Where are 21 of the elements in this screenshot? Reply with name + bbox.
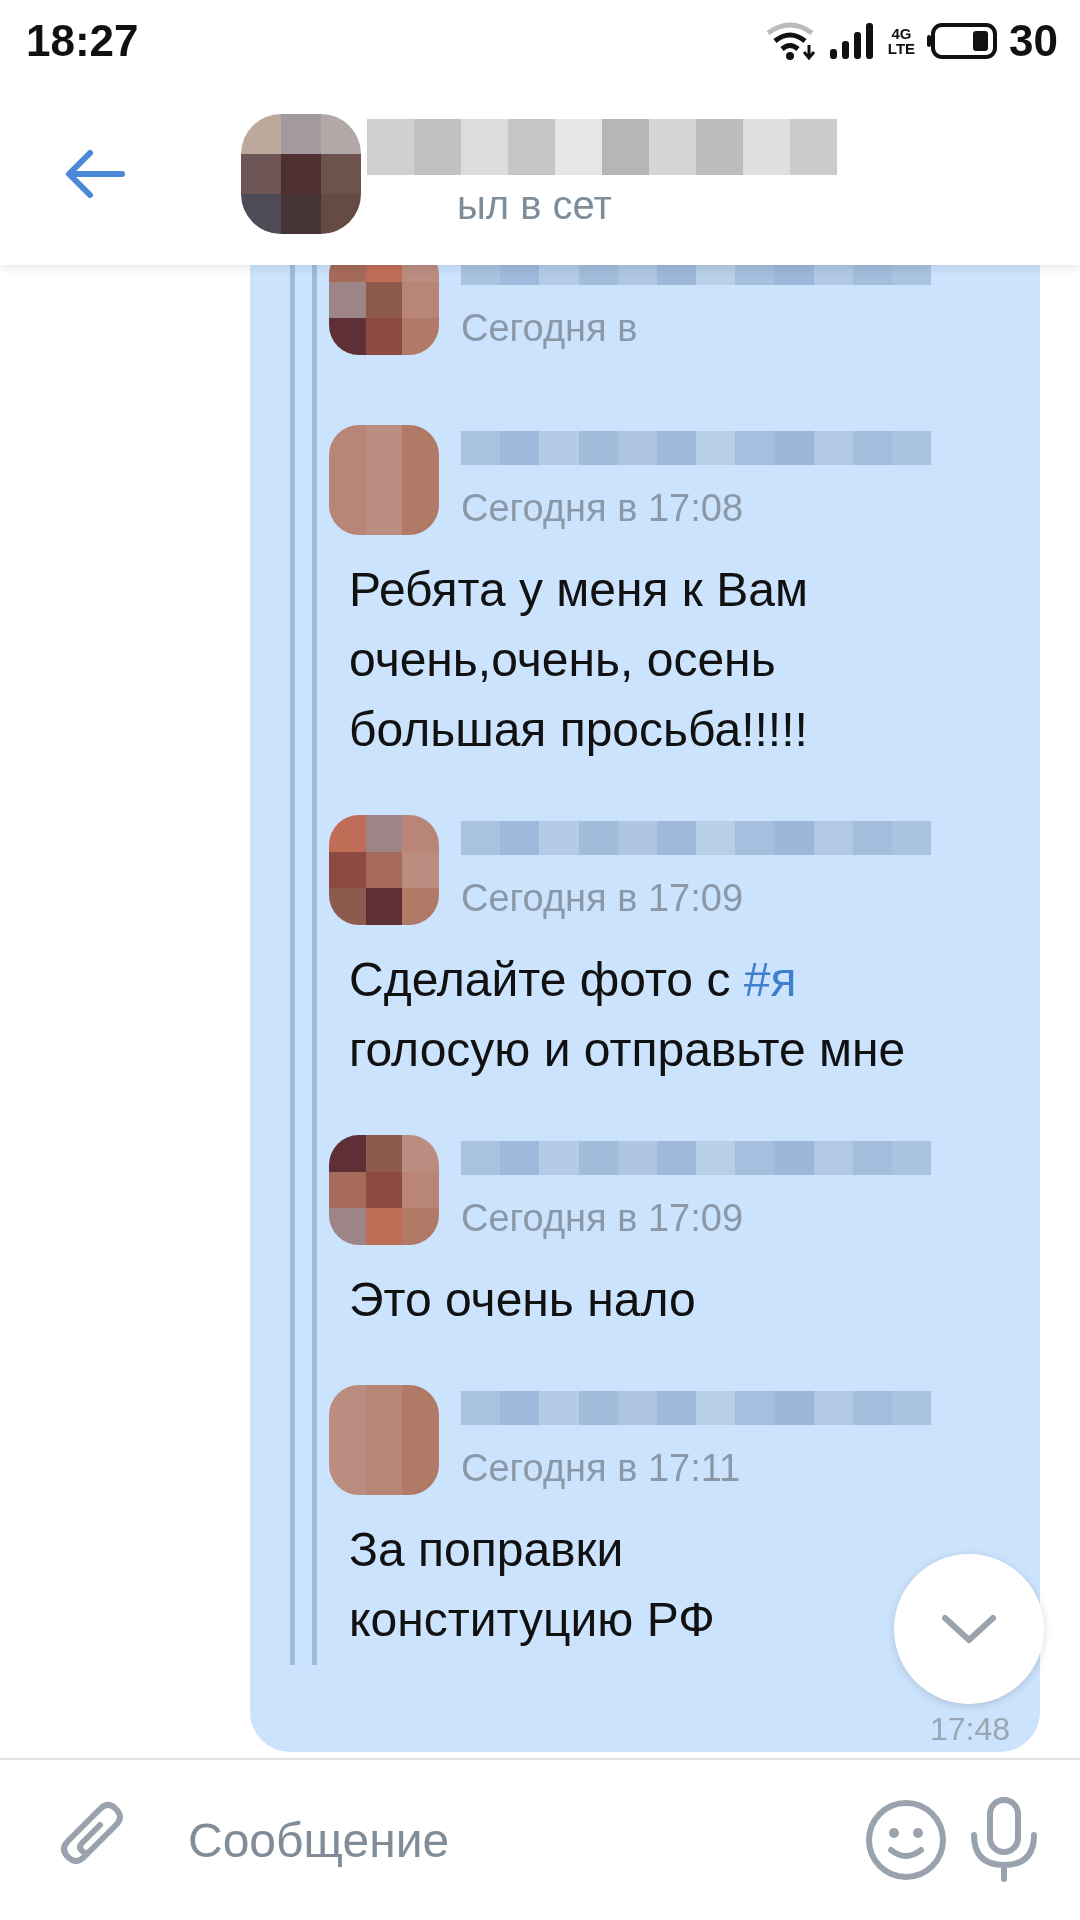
battery-level: 30 xyxy=(1009,16,1058,66)
message-date: Сегодня в 17:08 xyxy=(461,486,745,530)
message-date: Сегодня в xyxy=(461,306,639,350)
status-time: 18:27 xyxy=(26,16,139,66)
message-input[interactable]: Сообщение xyxy=(186,1811,844,1869)
online-status: ыл в сет xyxy=(456,183,613,228)
hashtag-link[interactable]: #я xyxy=(743,953,797,1006)
chevron-down-icon xyxy=(941,1612,997,1646)
network-type: 4G xyxy=(891,26,912,41)
message-date: Сегодня в 17:09 xyxy=(461,1196,745,1240)
battery-icon xyxy=(925,21,1000,61)
network-subtype: LTE xyxy=(887,41,916,56)
message-text: Ребята у меня к Вам очень,очень, осень большая просьба!!!!! xyxy=(349,562,808,758)
message-text: За поправки конституцию РФ xyxy=(349,1522,715,1648)
message-date: Сегодня в 17:09 xyxy=(461,876,745,920)
microphone-icon[interactable] xyxy=(968,1797,1040,1883)
message-time: 17:48 xyxy=(929,1711,1010,1748)
smile-icon[interactable] xyxy=(864,1798,948,1882)
message-date: Сегодня в 17:11 xyxy=(461,1446,742,1490)
message-text: Это очень нало xyxy=(349,1272,696,1328)
message-text: Сделайте фото с #я голосую и отправьте мне xyxy=(349,952,906,1078)
